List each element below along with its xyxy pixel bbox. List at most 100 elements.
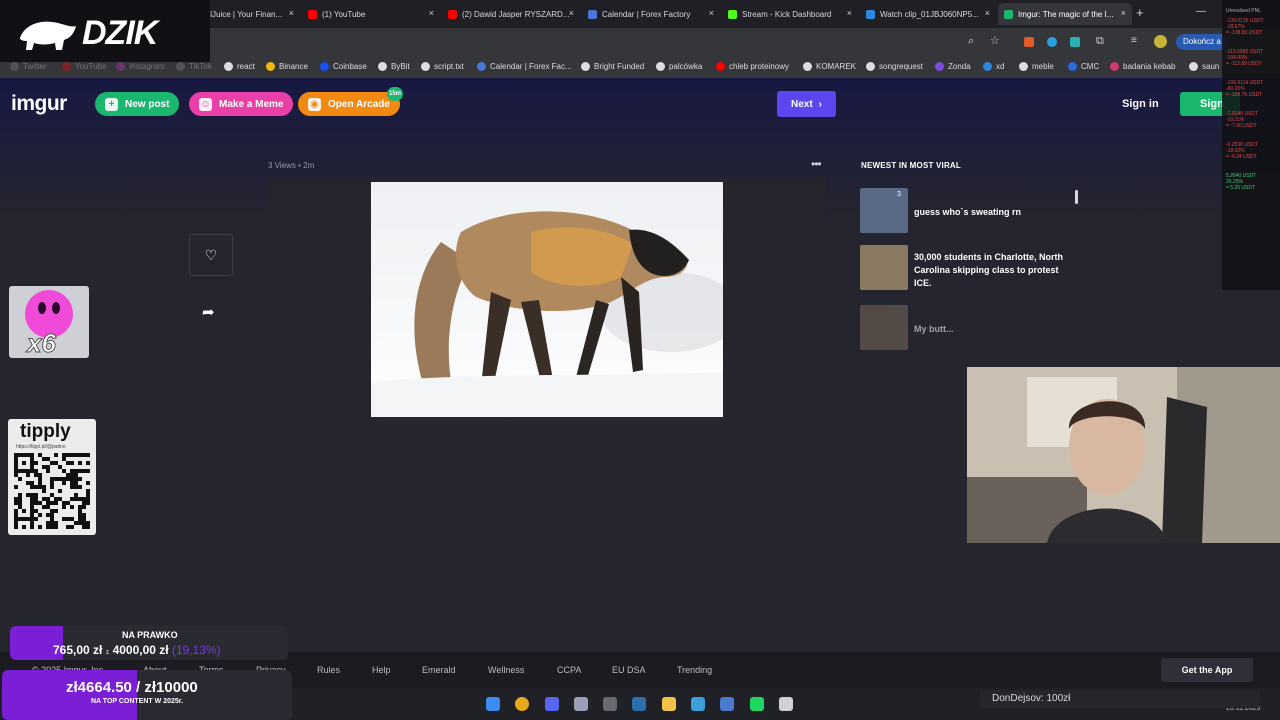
bookmark-item[interactable]: KOMAREK (803, 62, 856, 71)
sidebar-scrollbar[interactable] (1075, 190, 1078, 204)
bookmark-item[interactable]: chleb proteinowy (716, 62, 789, 71)
bookmark-item[interactable]: Twitter (10, 62, 47, 71)
boar-icon (20, 21, 76, 50)
footer-link[interactable]: EU DSA (612, 665, 646, 675)
file-explorer-icon[interactable] (662, 697, 676, 711)
open-arcade-button[interactable]: ◉ Open Arcade (298, 92, 400, 116)
heart-icon: ♡ (204, 246, 218, 263)
tab-2[interactable]: (1) YouTube × (302, 3, 440, 25)
bookmark-label: Twitter (23, 62, 47, 71)
tab-3[interactable]: (2) Dawid Jasper RYSZARD... × (442, 3, 580, 25)
next-button[interactable]: Next › (777, 91, 836, 117)
bookmark-icon (803, 62, 812, 71)
pnl-title: Unrealized PNL (1226, 8, 1262, 14)
discord-icon[interactable] (545, 697, 559, 711)
favorite-button[interactable]: ♡ (189, 234, 233, 276)
extensions-puzzle-icon[interactable]: ⧉ (1096, 35, 1104, 48)
bookmark-item[interactable]: Coinbase (320, 62, 367, 71)
make-meme-button[interactable]: ☺ Make a Meme (189, 92, 294, 116)
tab-close-icon[interactable]: × (569, 8, 574, 18)
tab-7[interactable]: Imgur: The magic of the I... × (998, 3, 1132, 25)
viral-thumbnail (860, 305, 908, 350)
footer-link[interactable]: Wellness (488, 665, 524, 675)
bookmark-item[interactable]: CMC (1068, 62, 1099, 71)
bookmark-item[interactable]: Binance (266, 62, 308, 71)
footer-link[interactable]: Help (372, 665, 391, 675)
bookmark-label: YouTube (75, 62, 107, 71)
next-label: Next (790, 98, 813, 110)
get-app-button[interactable]: Get the App (1161, 658, 1253, 682)
bookmark-icon (581, 62, 590, 71)
tab-close-icon[interactable]: × (985, 8, 990, 18)
extension-icon-2[interactable] (1047, 37, 1057, 47)
bookmark-item[interactable]: Zonda (935, 62, 971, 71)
imgur-logo[interactable]: imgur (11, 92, 67, 116)
profile-avatar[interactable] (1154, 35, 1167, 48)
bookmark-item[interactable]: ByBit (378, 62, 410, 71)
app-icon[interactable] (779, 697, 793, 711)
media-icon[interactable]: ≡ (1131, 35, 1137, 46)
bookmark-item[interactable]: YouTube (62, 62, 106, 71)
windows-start-icon[interactable] (486, 697, 500, 711)
profile-button[interactable]: Dokończ a (1176, 34, 1228, 50)
prawko-current: 765,00 zł (53, 643, 103, 657)
tab-6[interactable]: Watch clip_01JBJ060NP5... × (860, 3, 996, 25)
tab-5[interactable]: Stream - Kick Dashboard × (722, 3, 858, 25)
tab-close-icon[interactable]: × (289, 8, 294, 18)
obs-icon[interactable] (603, 697, 617, 711)
spotify-icon[interactable] (750, 697, 764, 711)
viral-title: My butt... (914, 324, 954, 334)
tab-close-icon[interactable]: × (847, 8, 852, 18)
new-tab-button[interactable]: + (1136, 5, 1144, 20)
bookmark-item[interactable]: react (224, 62, 255, 71)
pnl-value: = -7.90 USDT (1226, 123, 1257, 129)
tab-close-icon[interactable]: × (709, 8, 714, 18)
bookmark-item[interactable]: xd (983, 62, 1004, 71)
minimize-button[interactable]: — (1196, 6, 1206, 17)
zoom-icon[interactable]: ⌕ (968, 35, 974, 48)
bookmark-item[interactable]: meble (1019, 62, 1054, 71)
sign-in-link[interactable]: Sign in (1122, 98, 1159, 110)
steam-icon[interactable] (632, 697, 646, 711)
viral-item[interactable]: My butt... (860, 305, 1074, 350)
more-options-icon[interactable]: ••• (811, 157, 822, 171)
ccleaner-icon[interactable] (691, 697, 705, 711)
plus-icon: + (105, 97, 118, 111)
footer-link[interactable]: Rules (317, 665, 340, 675)
share-arrow-icon: ➦ (202, 304, 215, 321)
bookmark-icon (983, 62, 992, 71)
viral-item[interactable]: 30,000 students in Charlotte, North Caro… (860, 245, 1074, 290)
footer-link[interactable]: Emerald (422, 665, 456, 675)
extension-icon-1[interactable] (1024, 37, 1034, 47)
tab-title: Calendar | Forex Factory (602, 9, 691, 19)
bookmark-item[interactable]: palcówka (656, 62, 702, 71)
snipping-icon[interactable] (574, 697, 588, 711)
bookmark-item[interactable]: Calendar | Forex Fac... (477, 62, 572, 71)
tab-close-icon[interactable]: × (1121, 8, 1126, 18)
tab-4[interactable]: Calendar | Forex Factory × (582, 3, 720, 25)
footer-link[interactable]: CCPA (557, 665, 581, 675)
settings-icon[interactable] (720, 697, 734, 711)
viral-item[interactable]: guess who`s sweating rn 3 (860, 188, 1074, 233)
bookmark-label: badania kebab (1123, 62, 1176, 71)
bookmark-star-icon[interactable]: ☆ (990, 34, 1000, 47)
bookmark-item[interactable]: badania kebab (1110, 62, 1176, 71)
chrome-icon[interactable] (515, 697, 529, 711)
tab-favicon-icon (1004, 9, 1013, 19)
bookmark-item[interactable]: Instagram (116, 62, 165, 71)
bookmark-item[interactable]: Bright Funded (581, 62, 644, 71)
bookmark-item[interactable]: script.txt (421, 62, 464, 71)
gamepad-icon: ◉ (308, 97, 321, 111)
new-post-button[interactable]: + New post (95, 92, 180, 116)
extension-icon-3[interactable] (1070, 37, 1080, 47)
bookmark-item[interactable]: songrequest (866, 62, 923, 71)
tipply-url: https://tippl.pl/@patino (16, 444, 66, 450)
footer-link[interactable]: Trending (677, 665, 712, 675)
bookmark-item[interactable]: saun (1189, 62, 1219, 71)
share-button[interactable]: ➦ (202, 303, 215, 321)
bookmark-label: Coinbase (333, 62, 367, 71)
tab-close-icon[interactable]: × (429, 8, 434, 18)
bookmark-item[interactable]: TikTok (176, 62, 212, 71)
bookmark-icon (378, 62, 387, 71)
post-image[interactable] (371, 182, 723, 417)
